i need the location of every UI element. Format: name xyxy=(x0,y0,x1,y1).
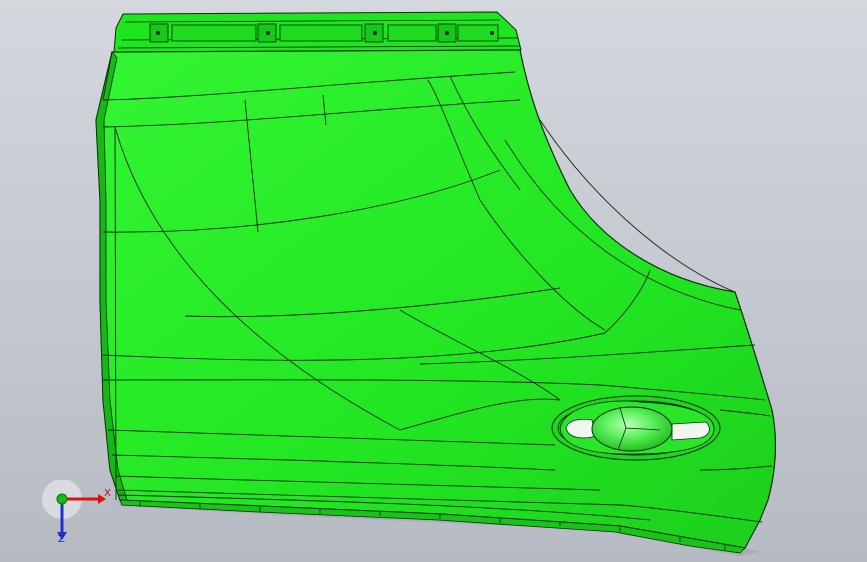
axis-x-label: X xyxy=(104,488,111,499)
handle-dome xyxy=(591,406,673,452)
door-handle-recess[interactable] xyxy=(551,395,721,461)
orientation-triad[interactable]: X Z xyxy=(40,480,120,550)
graphics-viewport[interactable]: X Z xyxy=(0,0,867,562)
door-panel-model[interactable] xyxy=(0,0,867,562)
axis-z-label: Z xyxy=(58,534,65,545)
door-outer-panel xyxy=(95,49,777,549)
